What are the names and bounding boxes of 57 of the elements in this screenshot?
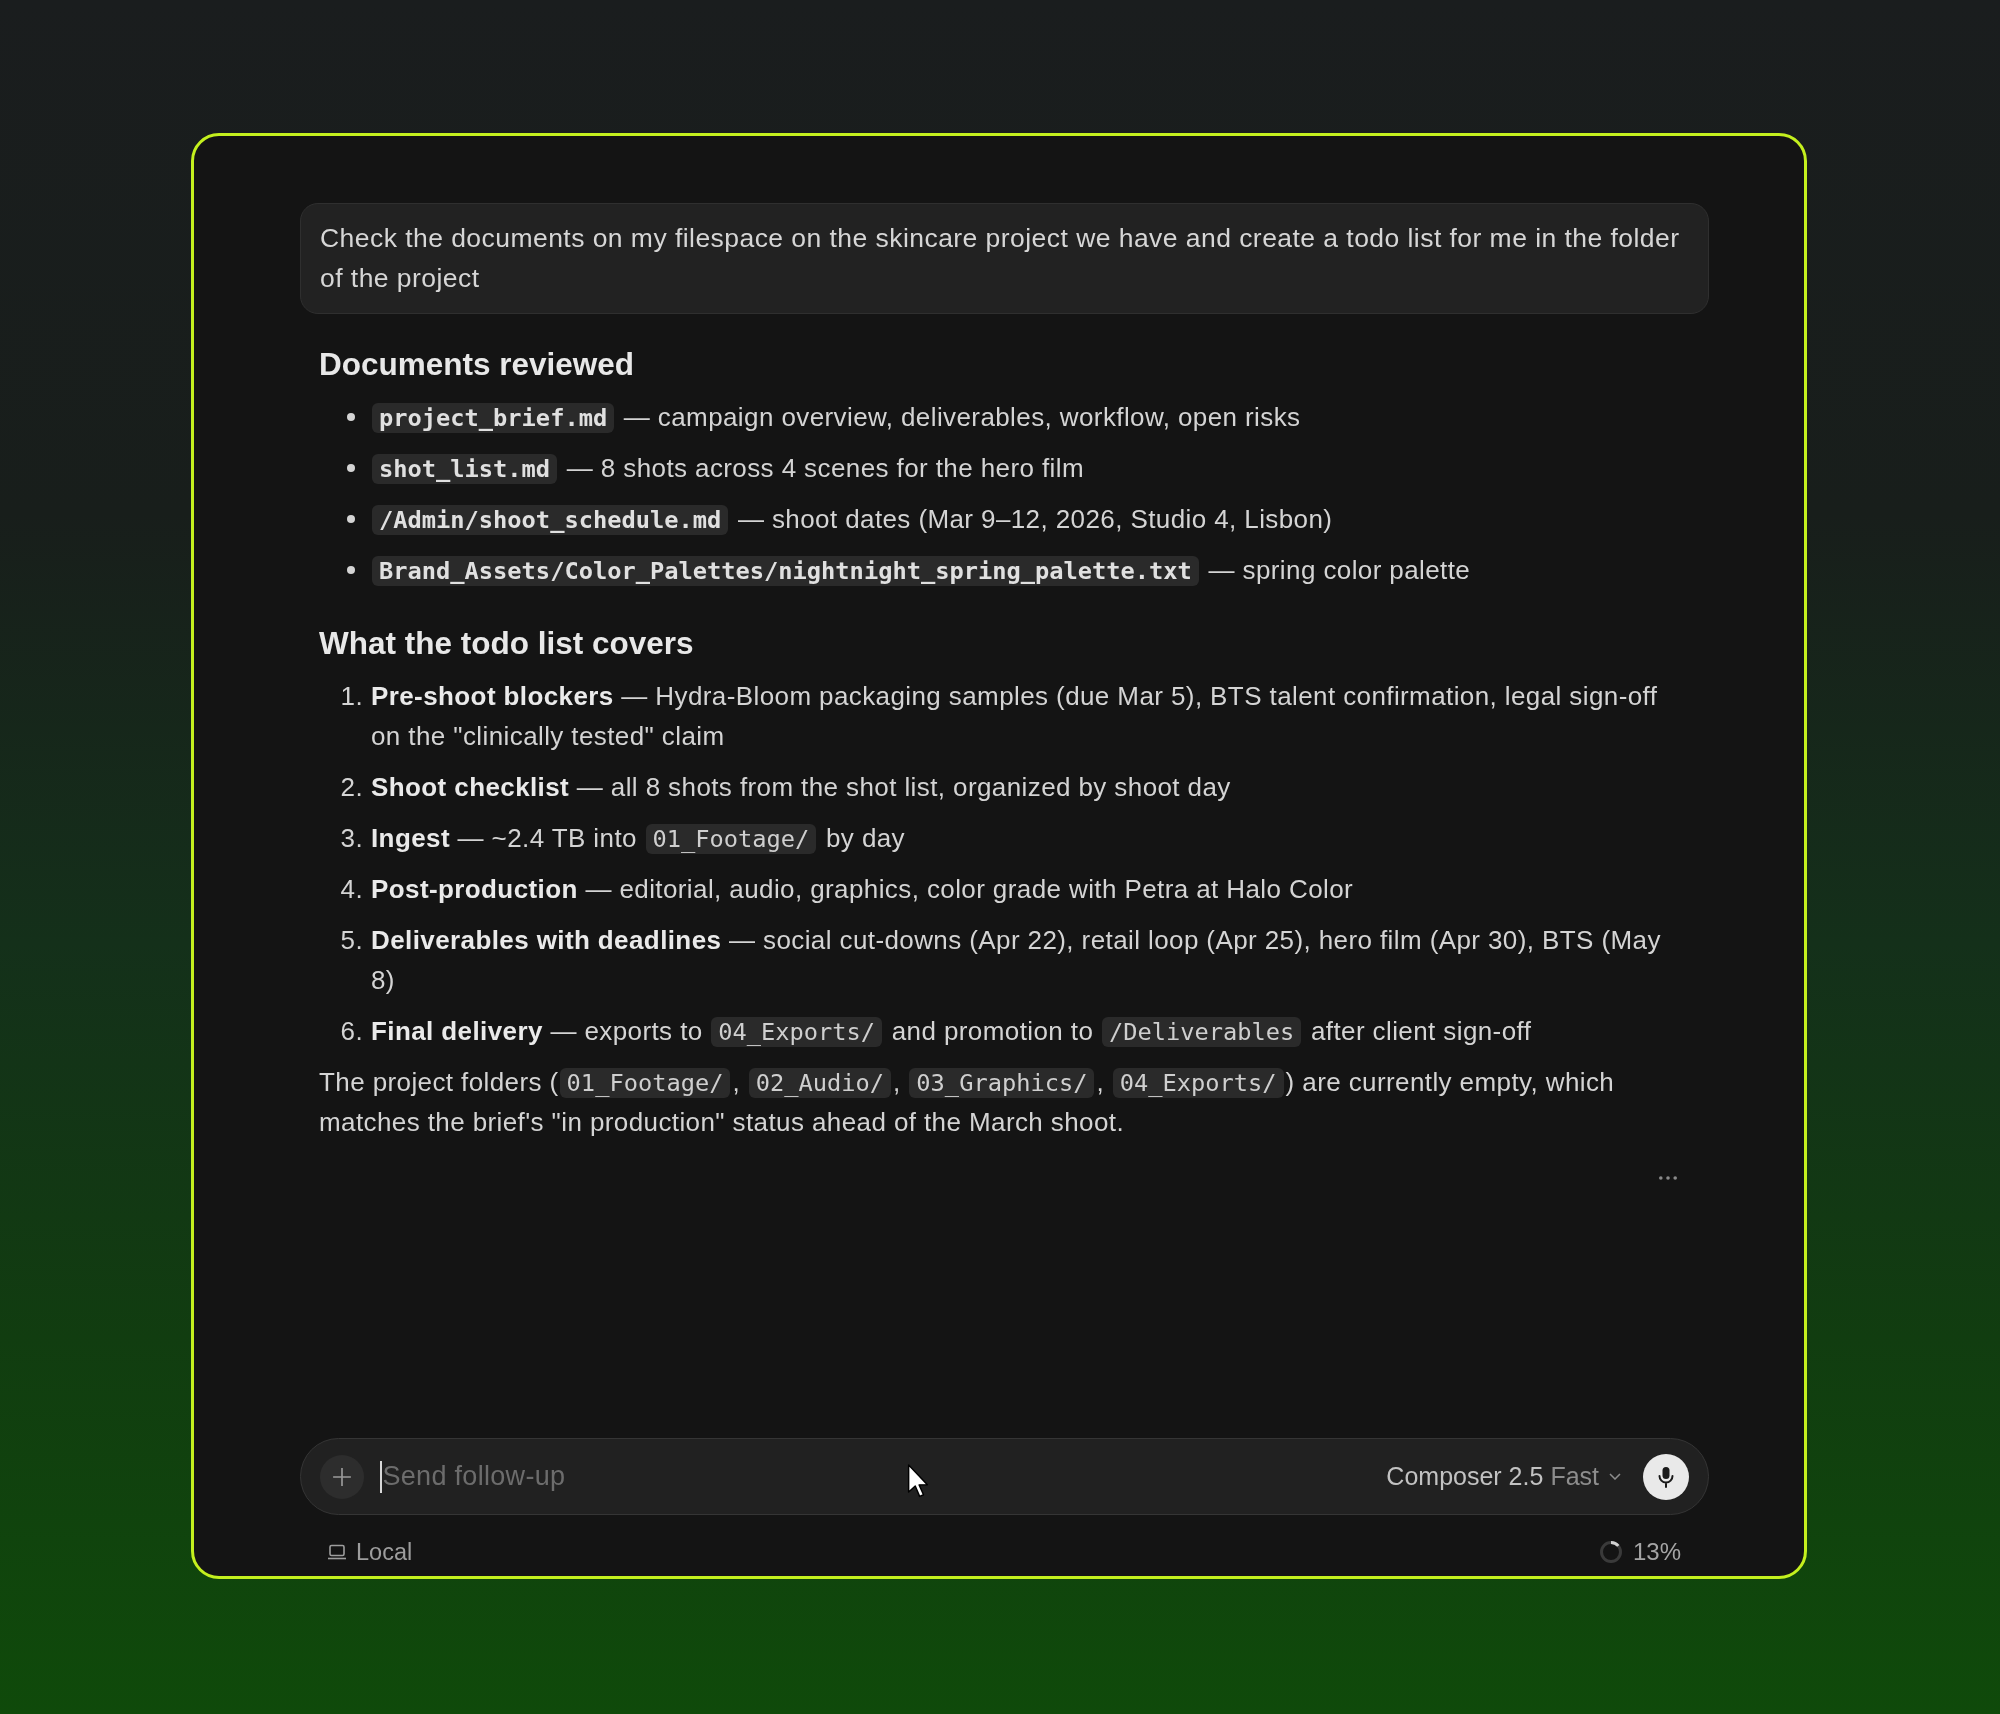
text-cursor [379, 1460, 382, 1493]
list-number: 2. [339, 771, 364, 804]
section-heading: Documents reviewed [319, 345, 636, 384]
environment-button[interactable]: Local [327, 1538, 413, 1566]
more-icon[interactable] [1659, 1176, 1677, 1180]
composer-bar[interactable]: Send follow-up Composer 2.5 Fast [300, 1438, 1709, 1515]
message-input[interactable]: Send follow-up [379, 1456, 1387, 1497]
list-item-text: Shoot checklist — all 8 shots from the shot list, organized by shoot day [371, 772, 1231, 802]
list-item-text: after client sign-off [1309, 1016, 1532, 1046]
inline-code: project_brief.md [372, 403, 615, 433]
inline-code: shot_list.md [372, 454, 558, 484]
list-item-text: Pre-shoot blockers — Hydra-Bloom packaging samples (due Mar 5), BTS talent confirmation, legal sign-off on the "clinically tested" claim [371, 681, 1658, 751]
paragraph-text: , [893, 1067, 902, 1097]
list-item-text: Final delivery — exports to [371, 1016, 704, 1046]
inline-code: 02_Audio/ [748, 1068, 892, 1098]
list-item-text: — 8 shots across 4 scenes for the hero film [565, 453, 1084, 483]
inline-code: 04_Exports/ [711, 1017, 883, 1047]
list-number: 3. [339, 822, 364, 855]
section-heading: What the todo list covers [319, 624, 695, 663]
list-item-text: — campaign overview, deliverables, workflow, open risks [622, 402, 1301, 432]
laptop-icon [327, 1544, 347, 1560]
list-number: 4. [339, 873, 364, 906]
list-number: 5. [339, 924, 364, 957]
mic-button[interactable] [1643, 1453, 1689, 1500]
bullet-icon [347, 515, 355, 523]
progress-ring-icon [1599, 1541, 1622, 1563]
list-item-text: Ingest — ~2.4 TB into [371, 823, 638, 853]
chevron-icon [1609, 1473, 1621, 1480]
bullet-icon [347, 464, 355, 472]
list-number: 1. [339, 680, 364, 713]
context-usage-reading: 13% [1632, 1538, 1681, 1566]
user-message: Check the documents on my filespace on the skincare project we have and create a todo list for me in the folder of the project [300, 203, 1709, 314]
bullet-icon [347, 566, 355, 574]
model-dropdown[interactable]: Composer 2.5 Fast [1386, 1462, 1621, 1491]
list-number: 6. [339, 1015, 364, 1048]
inline-code: 03_Graphics/ [909, 1068, 1095, 1098]
paragraph-text: ) are currently empty, which [1285, 1067, 1615, 1097]
pointer-cursor-icon [907, 1463, 929, 1499]
list-item-text: and promotion to [890, 1016, 1095, 1046]
bullet-icon [347, 413, 355, 421]
inline-code: 01_Footage/ [645, 824, 817, 854]
list-item-text: by day [825, 823, 905, 853]
inline-code: Brand_Assets/Color_Palettes/nightnight_spring_palette.txt [372, 556, 1199, 586]
paragraph-text: The project folders ( [319, 1067, 559, 1097]
list-item-text: Deliverables with deadlines — social cut-downs (Apr 22), retail loop (Apr 25), hero film (Apr 30), BTS (May 8) [371, 925, 1661, 995]
paragraph-text: matches the brief's "in production" status ahead of the March shoot. [319, 1107, 1125, 1137]
paragraph-text: , [732, 1067, 742, 1097]
list-item-text: Post-production — editorial, audio, graphics, color grade with Petra at Halo Color [371, 874, 1354, 904]
inline-code: 04_Exports/ [1112, 1068, 1284, 1098]
paragraph-text: , [1096, 1067, 1106, 1097]
inline-code: /Deliverables [1101, 1017, 1302, 1047]
list-item-text: — shoot dates (Mar 9–12, 2026, Studio 4, Lisbon) [736, 504, 1333, 534]
list-item-text: — spring color palette [1207, 555, 1471, 585]
plus-icon [331, 1466, 352, 1487]
inline-code: /Admin/shoot_schedule.md [372, 505, 729, 535]
inline-code: 01_Footage/ [559, 1068, 731, 1098]
mic-icon [1658, 1465, 1674, 1488]
